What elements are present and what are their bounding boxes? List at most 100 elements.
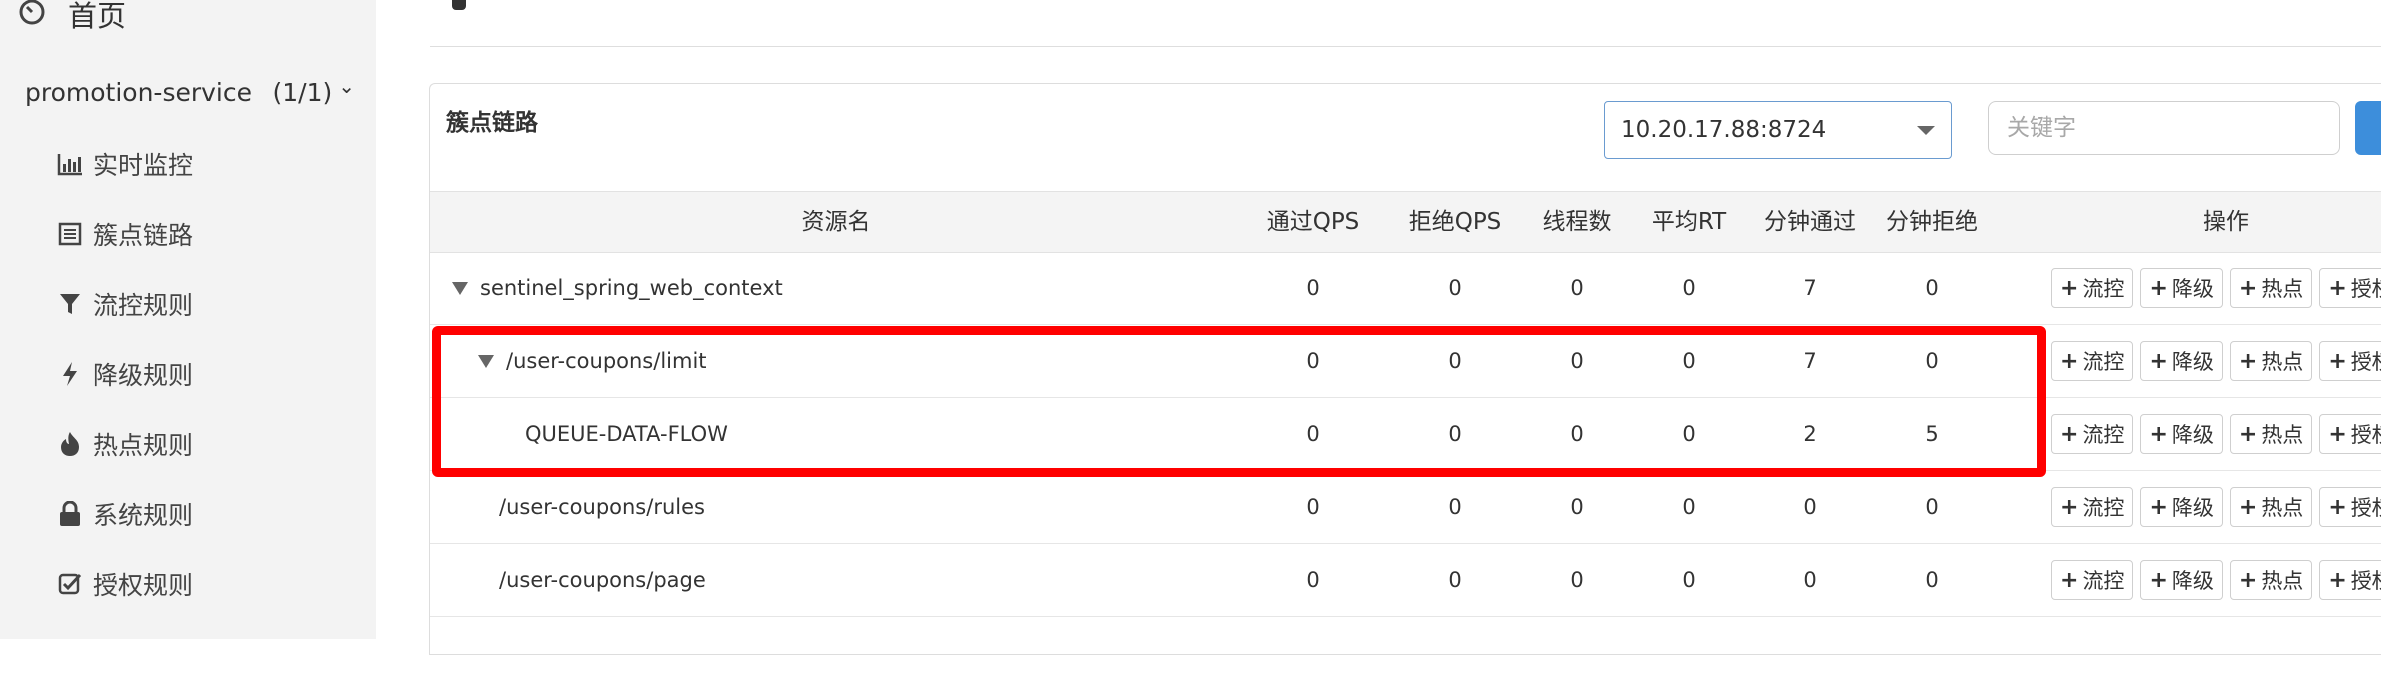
plus-icon: + (2328, 421, 2347, 447)
bar-chart-icon (55, 149, 85, 179)
highlight-annotation-box (432, 326, 2046, 477)
plus-icon: + (2238, 567, 2258, 593)
app-instance-count: (1/1) (272, 77, 333, 107)
add-flow-rule-button[interactable]: + 流控 (2051, 487, 2134, 527)
minute-block-value: 0 (1925, 276, 1939, 300)
search-input[interactable] (1988, 101, 2340, 155)
button-label: 降级 (2171, 423, 2214, 447)
plus-icon: + (2060, 275, 2079, 301)
button-label: 流控 (2082, 423, 2125, 447)
plus-icon: + (2149, 348, 2168, 374)
machine-select[interactable]: 10.20.17.88:8724 (1604, 101, 1952, 159)
add-flow-rule-button[interactable]: + 流控 (2051, 341, 2134, 381)
caret-down-icon (1917, 125, 1935, 135)
column-header-minute-pass: 分钟通过 (1764, 209, 1856, 235)
sidebar-item-cluster-link[interactable]: 簇点链路 (55, 214, 193, 254)
sidebar-item-label: 首页 (68, 0, 127, 33)
block-qps-value: 0 (1448, 568, 1462, 592)
table-row-partial (430, 617, 2381, 689)
expand-toggle-icon[interactable] (452, 281, 468, 295)
threads-value: 0 (1570, 276, 1584, 300)
add-authority-rule-button[interactable]: +授权 (2319, 414, 2381, 454)
column-header-avg-rt: 平均RT (1651, 209, 1727, 235)
sidebar-item-label: 降级规则 (93, 361, 194, 390)
sidebar-item-flow-rules[interactable]: 流控规则 (55, 284, 193, 324)
sidebar-item-system-rules[interactable]: 系统规则 (55, 494, 193, 534)
page-title-fragment (452, 0, 466, 10)
plus-icon: + (2238, 421, 2258, 447)
plus-icon: + (2238, 494, 2258, 520)
add-hotspot-rule-button[interactable]: + 热点 (2229, 414, 2313, 454)
add-flow-rule-button[interactable]: + 流控 (2051, 414, 2134, 454)
plus-icon: + (2060, 421, 2079, 447)
button-label: 降级 (2171, 350, 2214, 374)
plus-icon: + (2149, 275, 2168, 301)
add-degrade-rule-button[interactable]: + 降级 (2140, 341, 2223, 381)
button-label: 热点 (2261, 569, 2304, 593)
sidebar-item-label: 热点规则 (93, 431, 194, 460)
add-authority-rule-button[interactable]: +授权 (2319, 560, 2381, 600)
plus-icon: + (2328, 494, 2347, 520)
row-actions: +流控 +降级 +热点 +授权 (2051, 544, 2381, 616)
app-selector[interactable]: promotion-service (1/1) ⌄ (25, 72, 355, 112)
add-flow-rule-button[interactable]: + 流控 (2051, 560, 2134, 600)
minute-pass-value: 7 (1803, 276, 1817, 300)
add-hotspot-rule-button[interactable]: + 热点 (2229, 268, 2313, 308)
button-label: 流控 (2082, 496, 2125, 520)
plus-icon: + (2149, 421, 2168, 447)
button-label: 降级 (2171, 277, 2214, 301)
add-authority-rule-button[interactable]: +授权 (2319, 341, 2381, 381)
table-row: /user-coupons/page 0 0 0 0 0 0 + 流控 + 降级 +… (430, 544, 2381, 617)
minute-block-value: 0 (1925, 568, 1939, 592)
add-degrade-rule-button[interactable]: + 降级 (2140, 487, 2223, 527)
add-authority-rule-button[interactable]: +授权 (2319, 487, 2381, 527)
plus-icon: + (2328, 567, 2347, 593)
avg-rt-value: 0 (1682, 568, 1696, 592)
add-hotspot-rule-button[interactable]: + 热点 (2229, 560, 2313, 600)
button-label: 降级 (2171, 496, 2214, 520)
add-flow-rule-button[interactable]: + 流控 (2051, 268, 2134, 308)
plus-icon: + (2238, 348, 2258, 374)
avg-rt-value: 0 (1682, 495, 1696, 519)
button-label: 流控 (2082, 277, 2125, 301)
sidebar-item-authority-rules[interactable]: 授权规则 (55, 564, 193, 604)
add-hotspot-rule-button[interactable]: + 热点 (2229, 487, 2313, 527)
check-square-icon (55, 569, 85, 599)
chevron-down-icon: ⌄ (338, 74, 355, 98)
plus-icon: + (2328, 275, 2347, 301)
add-degrade-rule-button[interactable]: + 降级 (2140, 414, 2223, 454)
header-divider (430, 46, 2381, 47)
pass-qps-value: 0 (1306, 568, 1320, 592)
sidebar-item-realtime-monitor[interactable]: 实时监控 (55, 144, 193, 184)
resource-name: /user-coupons/page (499, 568, 706, 592)
row-actions: +流控 +降级 +热点 +授权 (2051, 325, 2381, 397)
add-degrade-rule-button[interactable]: + 降级 (2140, 268, 2223, 308)
row-actions: +流控 +降级 +热点 +授权 (2051, 398, 2381, 470)
sidebar-item-home[interactable]: 首页 (18, 0, 126, 34)
dashboard-icon (18, 0, 46, 30)
resource-name-cell: /user-coupons/page (499, 544, 706, 616)
bolt-icon (55, 359, 85, 389)
resource-name-cell: /user-coupons/rules (499, 471, 705, 543)
sidebar-item-hotspot-rules[interactable]: 热点规则 (55, 424, 193, 464)
add-degrade-rule-button[interactable]: + 降级 (2140, 560, 2223, 600)
sidebar-item-label: 流控规则 (93, 291, 194, 320)
button-label: 热点 (2261, 496, 2304, 520)
add-hotspot-rule-button[interactable]: + 热点 (2229, 341, 2313, 381)
filter-icon (55, 289, 85, 319)
button-label: 授权 (2350, 277, 2381, 301)
button-label: 热点 (2261, 423, 2304, 447)
button-label: 授权 (2350, 569, 2381, 593)
fire-icon (55, 429, 85, 459)
pass-qps-value: 0 (1306, 276, 1320, 300)
sidebar-item-degrade-rules[interactable]: 降级规则 (55, 354, 193, 394)
button-label: 流控 (2082, 569, 2125, 593)
search-button[interactable] (2355, 101, 2381, 155)
plus-icon: + (2328, 348, 2347, 374)
minute-pass-value: 0 (1803, 495, 1817, 519)
machine-select-value: 10.20.17.88:8724 (1621, 117, 1827, 143)
column-header-minute-block: 分钟拒绝 (1886, 209, 1978, 235)
minute-block-value: 0 (1925, 495, 1939, 519)
add-authority-rule-button[interactable]: +授权 (2319, 268, 2381, 308)
column-header-ops: 操作 (2203, 209, 2249, 235)
